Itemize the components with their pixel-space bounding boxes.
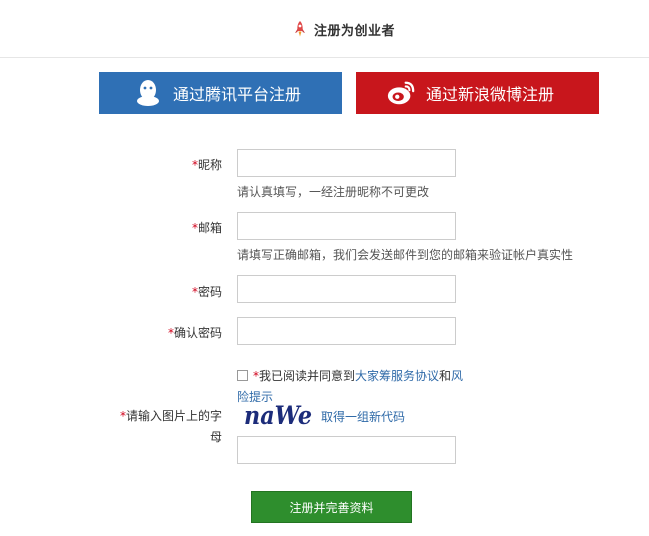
register-submit-button[interactable]: 注册并完善资料 [251,491,412,523]
qq-register-label: 通过腾讯平台注册 [173,85,302,104]
weibo-register-button[interactable]: 通过新浪微博注册 [356,72,599,114]
header-title-group: 注册为创业者 [292,19,395,39]
email-label-text: 邮箱 [197,221,222,235]
rocket-icon [295,21,305,37]
password-input[interactable] [237,275,456,303]
confirm-password-label-text: 确认密码 [173,326,222,340]
email-label: *邮箱 [122,219,222,236]
nickname-hint: 请认真填写，一经注册昵称不可更改 [237,185,430,199]
password-label: *密码 [122,283,222,300]
qq-penguin-icon [133,78,163,108]
email-input[interactable] [237,212,456,240]
nickname-input[interactable] [237,149,456,177]
service-agreement-link[interactable]: 大家筹服务协议 [355,369,439,383]
captcha-input[interactable] [237,436,456,464]
page-header: 注册为创业者 [0,0,649,58]
page-title: 注册为创业者 [314,23,396,39]
agreement-text: 我已阅读并同意到 [259,369,356,383]
agreement-checkbox[interactable] [237,370,248,381]
agreement-and-text: 和 [439,369,452,383]
qq-register-button[interactable]: 通过腾讯平台注册 [99,72,342,114]
captcha-label: *请输入图片上的字母 [114,406,222,448]
weibo-icon [386,78,416,108]
password-label-text: 密码 [197,285,222,299]
captcha-refresh-link[interactable]: 取得一组新代码 [321,408,405,425]
captcha-image-text: naWe [244,402,312,430]
nickname-label: *昵称 [122,156,222,173]
confirm-password-input[interactable] [237,317,456,345]
email-hint: 请填写正确邮箱，我们会发送邮件到您的邮箱来验证帐户真实性 [237,248,574,262]
weibo-register-label: 通过新浪微博注册 [426,85,555,104]
captcha-label-text: 请输入图片上的字母 [125,409,222,444]
confirm-password-label: *确认密码 [122,324,222,341]
nickname-label-text: 昵称 [197,158,222,172]
captcha-image: naWe [244,402,312,430]
